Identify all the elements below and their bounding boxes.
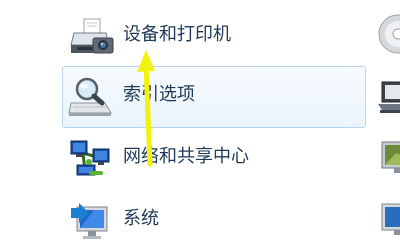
cp-item-label[interactable]: 网络和共享中心: [123, 146, 249, 168]
printer-icon: [67, 13, 115, 61]
monitor-icon[interactable]: [374, 196, 400, 244]
disc-icon[interactable]: [374, 10, 400, 58]
cp-item-label[interactable]: 设备和打印机: [123, 24, 231, 46]
laptop-icon[interactable]: [374, 72, 400, 120]
index-options-icon: [67, 73, 115, 121]
cp-item-system[interactable]: 系统: [62, 190, 366, 252]
cp-item-label[interactable]: 系统: [123, 208, 159, 230]
cp-item-label[interactable]: 索引选项: [123, 84, 195, 106]
monitor-icon[interactable]: [374, 134, 400, 182]
cp-item-network-sharing-center[interactable]: 网络和共享中心: [62, 128, 366, 190]
cp-item-devices-printers[interactable]: 设备和打印机: [62, 6, 366, 68]
cp-item-indexing-options[interactable]: 索引选项: [62, 66, 366, 128]
system-icon: [67, 197, 115, 245]
network-center-icon: [67, 135, 115, 183]
